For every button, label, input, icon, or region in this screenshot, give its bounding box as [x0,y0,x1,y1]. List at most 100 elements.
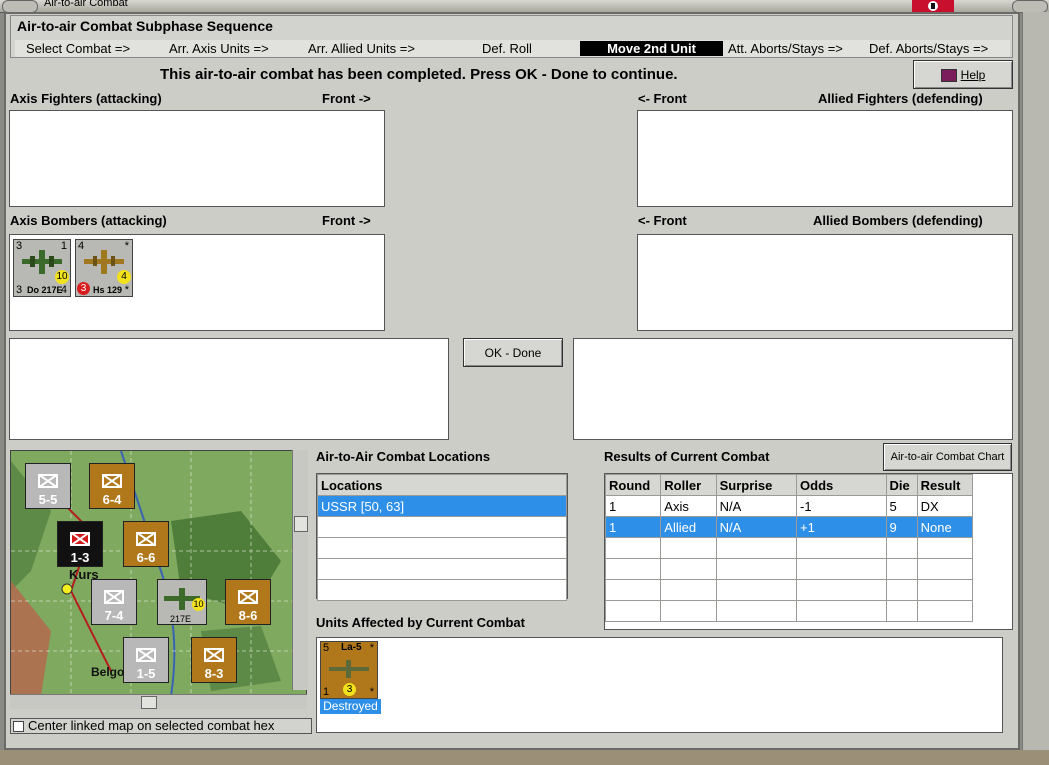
map-counter[interactable]: 5-5 [25,463,71,509]
unit-defense-value: 3 [16,284,23,296]
unit-counter-la5[interactable]: 5 La-5 * 3 1 * [320,641,378,699]
map-city2-label: Belgo [91,665,125,679]
map-counter[interactable]: 6-4 [89,463,135,509]
unit-badge: 4 [117,270,131,284]
ok-done-button[interactable]: OK - Done [463,338,563,367]
unit-counter-do217e[interactable]: 3 1 10 3 Do 217E 4 [13,239,71,297]
results-cell: +1 [796,516,887,538]
unit-status-destroyed: Destroyed [320,699,381,714]
location-cell [317,558,567,580]
center-map-label: Center linked map on selected combat hex [28,718,275,733]
help-label: Help [960,68,986,82]
center-map-option[interactable]: Center linked map on selected combat hex [10,718,312,734]
map-counter[interactable]: 7-4 [91,579,137,625]
map-air-counter[interactable]: 10 217E [157,579,207,625]
results-header-row: Round Roller Surprise Odds Die Result [604,474,974,496]
map-plane-label: 217E [170,614,192,624]
allied-fighters-front: <- Front [638,91,687,106]
results-cell [796,579,887,601]
window-title: Air-to-air Combat [44,0,128,9]
results-row[interactable]: 1 Axis N/A -1 5 DX [604,495,974,517]
results-panel: Round Roller Surprise Odds Die Result 1A… [604,473,1013,630]
sequence-title: Air-to-air Combat Subphase Sequence [17,18,273,34]
unit-bomb-value: * [369,686,374,698]
location-row[interactable] [317,537,567,559]
fighter-plane-icon [329,660,369,678]
results-cell: 1 [604,516,662,538]
unit-attack-value: 5 [323,642,330,654]
map-counter[interactable]: 1-3 [57,521,103,567]
map-counter[interactable]: 8-6 [225,579,271,625]
affected-title: Units Affected by Current Combat [316,615,525,630]
map-vscroll-thumb[interactable] [294,516,308,532]
allied-info-box [573,338,1013,440]
axis-bombers-box[interactable]: 3 1 10 3 Do 217E 4 4 * 4 3 Hs 129 * [9,234,385,331]
map-vertical-scrollbar[interactable] [292,450,308,690]
location-cell: USSR [50, 63] [317,495,567,517]
col-roller: Roller [660,474,717,496]
results-cell [796,600,887,622]
counter-value: 1-5 [136,666,156,681]
col-die: Die [885,474,918,496]
help-button[interactable]: Help [913,60,1013,89]
results-cell [660,537,717,559]
results-cell [660,558,717,580]
map-counter[interactable]: 8-3 [191,637,237,683]
axis-bombers-front: Front -> [322,213,371,228]
location-row[interactable] [317,579,567,601]
results-cell: None [916,516,974,538]
counter-value: 8-3 [204,666,224,681]
unit-badge: 10 [55,270,69,284]
results-row[interactable] [604,600,974,622]
axis-info-box [9,338,449,440]
axis-fighters-front: Front -> [322,91,371,106]
results-cell [885,600,918,622]
location-row[interactable] [317,516,567,538]
axis-fighters-label: Axis Fighters (attacking) [10,91,162,106]
status-message: This air-to-air combat has been complete… [160,66,678,83]
results-cell [916,537,974,559]
allied-fighters-box[interactable] [637,110,1013,207]
location-row[interactable]: USSR [50, 63] [317,495,567,517]
col-surprise: Surprise [715,474,798,496]
center-map-checkbox[interactable] [13,721,24,732]
combat-chart-button[interactable]: Air-to-air Combat Chart [883,443,1012,471]
allied-bombers-box[interactable] [637,234,1013,331]
location-row[interactable] [317,558,567,580]
map-counter[interactable]: 6-6 [123,521,169,567]
linked-map[interactable]: 5-5 6-4 1-3 6-6 7-4 10 217E 8-6 1-5 8-3 … [10,450,307,695]
step-attacker-aborts: Att. Aborts/Stays => [728,41,843,56]
unit-name: La-5 [341,642,362,653]
results-cell: N/A [715,495,798,517]
results-cell: Allied [660,516,717,538]
results-row[interactable] [604,537,974,559]
subphase-sequence: Air-to-air Combat Subphase Sequence Sele… [10,15,1013,58]
step-defender-roll: Def. Roll [482,41,532,56]
unit-counter-hs129[interactable]: 4 * 4 3 Hs 129 * [75,239,133,297]
affected-units-box[interactable]: 5 La-5 * 3 1 * Destroyed [316,637,1003,733]
axis-fighters-box[interactable] [9,110,385,207]
results-row[interactable] [604,579,974,601]
step-move-second-unit: Move 2nd Unit [580,41,723,56]
map-city-label: Kurs [69,567,99,582]
results-cell [885,537,918,559]
locations-list[interactable]: Locations USSR [50, 63] [316,473,568,601]
map-horizontal-scrollbar[interactable] [10,694,307,709]
col-odds: Odds [796,474,887,496]
results-cell: DX [916,495,974,517]
map-hscroll-thumb[interactable] [141,696,157,709]
results-row[interactable] [604,558,974,580]
results-cell [715,558,798,580]
results-cell [715,579,798,601]
results-cell [885,579,918,601]
map-counter[interactable]: 1-5 [123,637,169,683]
unit-bomb-value: 4 [60,284,67,296]
unit-name: Hs 129 [93,285,123,295]
step-select-combat: Select Combat => [26,41,131,56]
locations-table: Locations USSR [50, 63] [317,474,567,601]
location-cell [317,516,567,538]
unit-badge: 3 [343,683,356,696]
results-cell [796,558,887,580]
results-row[interactable]: 1 Allied N/A +1 9 None [604,516,974,538]
col-round: Round [604,474,662,496]
